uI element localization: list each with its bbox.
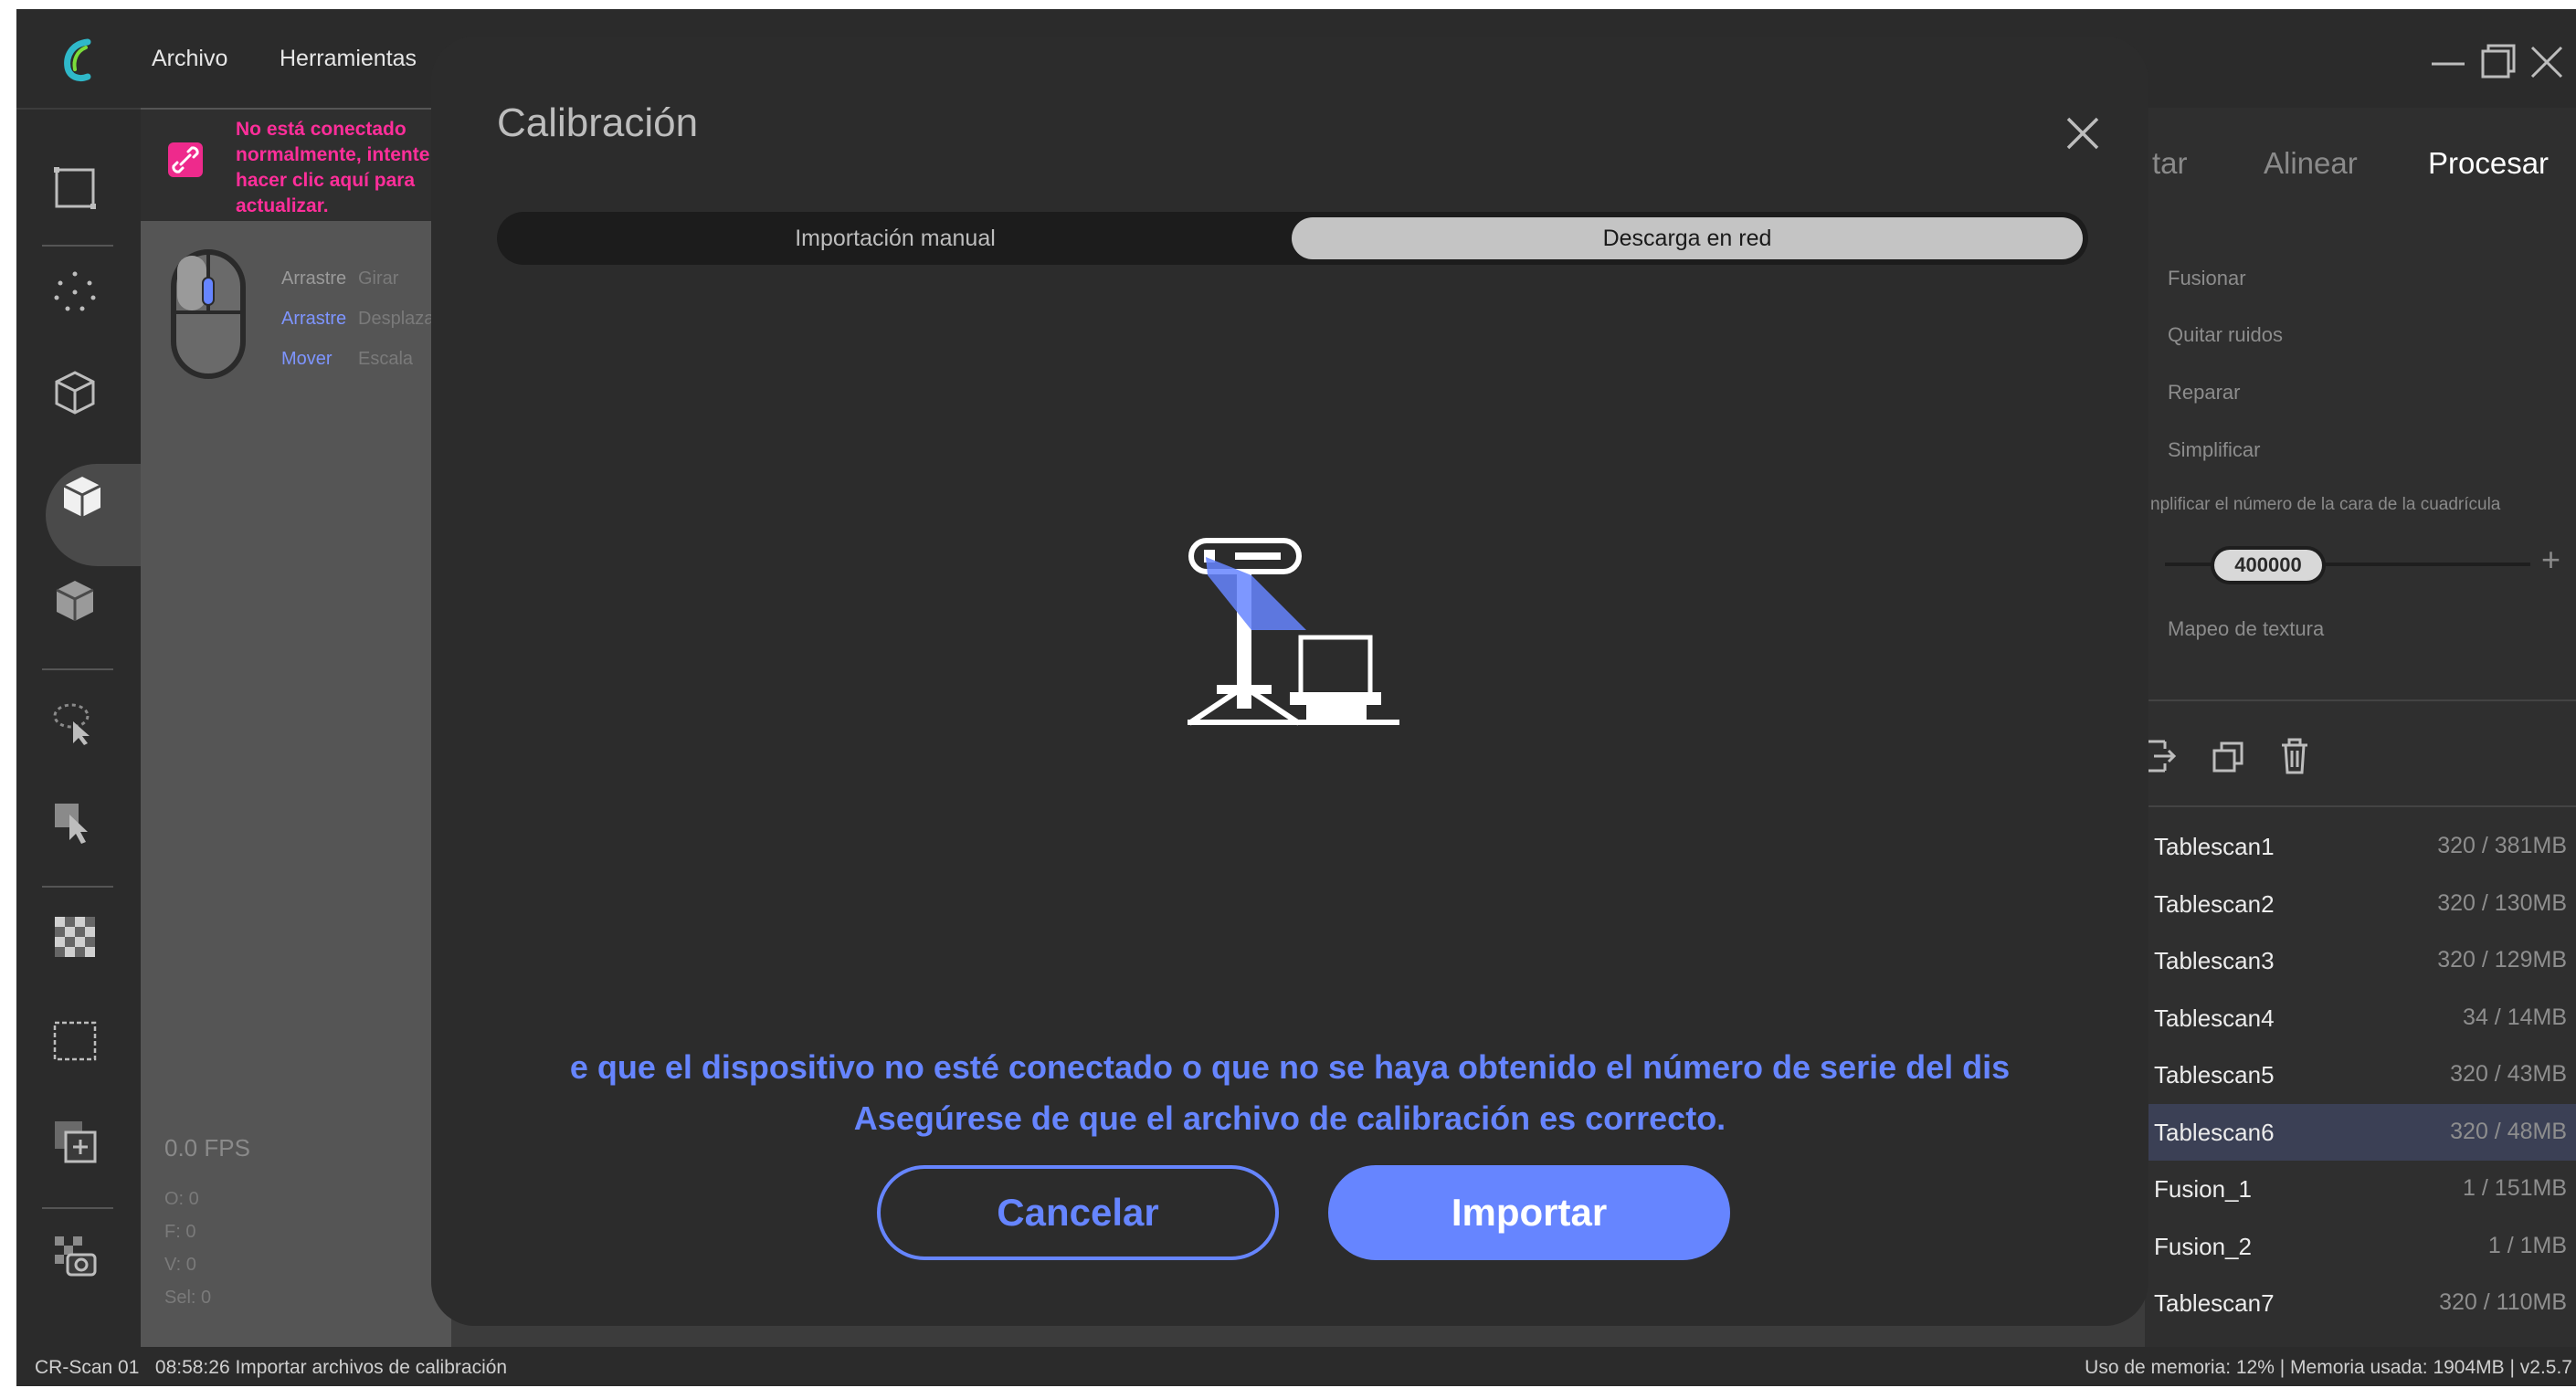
fps-readout: 0.0 FPS <box>164 1134 250 1162</box>
duplicate-icon[interactable] <box>2211 736 2247 776</box>
face-count-value[interactable]: 400000 <box>2214 550 2322 581</box>
dialog-title: Calibración <box>497 100 699 145</box>
file-size: 320 / 48MB <box>2450 1118 2567 1144</box>
import-mode-tabs: Importación manual Descarga en red <box>497 212 2088 265</box>
solid-icon[interactable] <box>55 469 110 524</box>
tab-descarga-en-red[interactable]: Descarga en red <box>1292 217 2083 259</box>
close-window-icon[interactable] <box>2527 42 2567 82</box>
checker-icon[interactable] <box>48 910 102 964</box>
file-name: Tablescan3 <box>2154 947 2275 974</box>
calibration-dialog: Calibración Importación manual Descarga … <box>431 37 2148 1326</box>
export-icon[interactable] <box>2145 736 2178 776</box>
file-size: 34 / 14MB <box>2463 1004 2567 1030</box>
file-name: Tablescan5 <box>2154 1061 2275 1088</box>
mouse-icon <box>170 248 247 380</box>
app-logo-icon <box>64 38 91 82</box>
file-row[interactable]: Fusion_2 1 / 1MB <box>2145 1218 2576 1275</box>
step-simplificar[interactable]: Simplificar <box>2168 438 2260 462</box>
file-size: 1 / 151MB <box>2463 1175 2567 1201</box>
step-quitar-ruidos[interactable]: Quitar ruidos <box>2168 323 2283 347</box>
error-message-line2: Asegúrese de que el archivo de calibraci… <box>853 1099 1726 1137</box>
stat-sel: Sel: 0 <box>164 1288 212 1308</box>
texture-cube-icon[interactable] <box>48 573 102 628</box>
tab-alinear[interactable]: Alinear <box>2264 146 2358 181</box>
stat-v: V: 0 <box>164 1255 196 1275</box>
select-rect-icon[interactable] <box>48 161 102 216</box>
file-row[interactable]: Fusion_1 1 / 151MB <box>2145 1161 2576 1217</box>
file-size: 320 / 381MB <box>2437 833 2567 858</box>
file-name: Tablescan1 <box>2154 833 2275 860</box>
link-broken-icon <box>168 142 203 177</box>
file-name: Tablescan2 <box>2154 889 2275 918</box>
import-button[interactable]: Importar <box>1328 1165 1730 1260</box>
file-name: Tablescan4 <box>2154 1004 2275 1032</box>
file-row[interactable]: Tablescan4 34 / 14MB <box>2145 990 2576 1046</box>
file-row[interactable]: Tablescan6 320 / 48MB <box>2145 1103 2576 1161</box>
menu-herramientas[interactable]: Herramientas <box>280 46 417 72</box>
file-name: Tablescan6 <box>2154 1118 2275 1146</box>
file-row[interactable]: Tablescan1 320 / 381MB <box>2145 818 2576 875</box>
close-icon[interactable] <box>2061 111 2105 155</box>
step-reparar[interactable]: Reparar <box>2168 381 2240 405</box>
file-size: 1 / 1MB <box>2487 1232 2567 1258</box>
stat-o: O: 0 <box>164 1189 199 1209</box>
warning-text: No está conectado normalmente, intente h… <box>236 119 430 216</box>
hint-rotate: Girar <box>358 268 399 289</box>
mesh-icon[interactable] <box>48 365 102 420</box>
menu-archivo[interactable]: Archivo <box>152 46 227 72</box>
file-size: 320 / 130MB <box>2437 889 2567 916</box>
file-size: 320 / 129MB <box>2437 947 2567 973</box>
hint-scroll: Mover <box>281 349 333 369</box>
maximize-icon[interactable] <box>2477 42 2518 82</box>
app-window: Archivo Herramientas Arrastre Girar Arra… <box>16 9 2576 1386</box>
tab-editar[interactable]: tar <box>2152 146 2188 181</box>
stat-f: F: 0 <box>164 1222 196 1242</box>
step-fusionar[interactable]: Fusionar <box>2168 267 2246 290</box>
status-left: CR-Scan 01 08:58:26 Importar archivos de… <box>35 1357 508 1378</box>
hint-pan: Desplazar <box>358 309 441 329</box>
file-size: 320 / 110MB <box>2439 1289 2567 1315</box>
file-row[interactable]: Tablescan2 320 / 130MB <box>2145 876 2576 932</box>
lasso-select-icon[interactable] <box>48 696 102 751</box>
file-size: 320 / 43MB <box>2450 1061 2567 1087</box>
tab-procesar[interactable]: Procesar <box>2428 146 2549 181</box>
face-count-slider[interactable]: 400000 <box>2165 546 2530 583</box>
delete-icon[interactable] <box>2276 736 2313 776</box>
file-row[interactable]: Tablescan7 320 / 110MB <box>2145 1275 2576 1331</box>
status-right: Uso de memoria: 12% | Memoria usada: 190… <box>2085 1357 2572 1378</box>
file-name: Fusion_2 <box>2154 1232 2252 1260</box>
file-row[interactable]: Tablescan3 320 / 129MB <box>2145 932 2576 989</box>
minimize-icon[interactable] <box>2428 42 2468 82</box>
divider <box>2145 699 2576 701</box>
connection-warning[interactable]: No está conectado normalmente, intente h… <box>141 110 451 221</box>
hint-drag-left: Arrastre <box>281 268 347 289</box>
divider <box>2145 805 2576 807</box>
step-mapeo-textura[interactable]: Mapeo de textura <box>2168 617 2324 641</box>
point-cloud-icon[interactable] <box>48 265 102 320</box>
tab-importacion-manual[interactable]: Importación manual <box>502 217 1288 259</box>
file-row[interactable]: Tablescan5 320 / 43MB <box>2145 1046 2576 1103</box>
plus-button[interactable]: + <box>2541 541 2560 579</box>
snapshot-icon[interactable] <box>48 1229 102 1284</box>
file-name: Fusion_1 <box>2154 1175 2252 1203</box>
error-message-line1: e que el dispositivo no esté conectado o… <box>569 1048 2011 1086</box>
left-toolbar <box>16 110 174 1347</box>
status-bar: CR-Scan 01 08:58:26 Importar archivos de… <box>16 1347 2576 1386</box>
cancel-button[interactable]: Cancelar <box>877 1165 1279 1260</box>
crop-icon[interactable] <box>48 1014 102 1068</box>
file-name: Tablescan7 <box>2154 1289 2275 1317</box>
scanner-turntable-icon <box>1188 538 1399 726</box>
simplify-label: nplificar el número de la cara de la cua… <box>2150 495 2501 514</box>
select-through-icon[interactable] <box>48 794 102 849</box>
hint-drag-middle: Arrastre <box>281 309 347 329</box>
add-layer-icon[interactable] <box>48 1114 102 1169</box>
hint-scale: Escala <box>358 349 414 369</box>
